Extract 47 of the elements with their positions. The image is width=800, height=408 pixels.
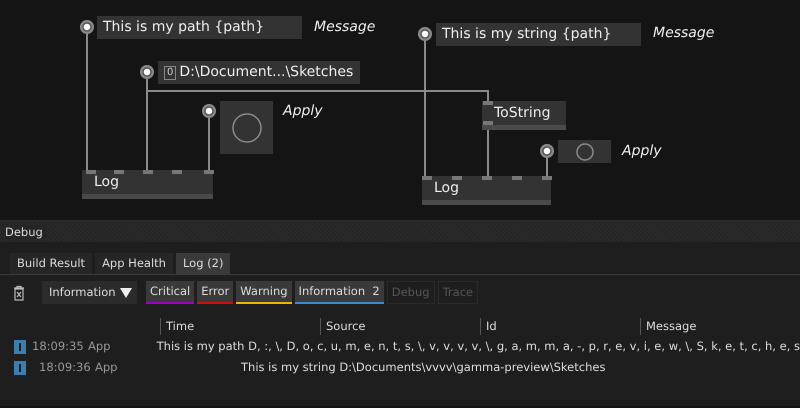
- log-source: App: [94, 359, 118, 376]
- iobox-label: Apply: [622, 142, 662, 161]
- info-icon: [14, 360, 26, 375]
- circle-icon: [574, 142, 594, 162]
- column-header[interactable]: Time: [160, 318, 320, 335]
- level-filter[interactable]: Information 2: [294, 281, 384, 304]
- log-message: This is my path D, :, \, D, o, c, u, m, e, n, t, s, \, v, v, v, v, \, g, a, m, m, a, -, p, r, e, v, i, e, w, \, S, k, e, t, c, h, e, s: [156, 338, 800, 356]
- iobox-label: Message: [314, 18, 376, 37]
- wire: [487, 130, 489, 176]
- log-time: 18:09:35: [31, 338, 82, 356]
- tab[interactable]: Log (2): [176, 253, 230, 274]
- panel-title: Debug: [5, 225, 47, 239]
- circle-icon: [230, 112, 262, 144]
- pin-handle[interactable]: [80, 20, 94, 34]
- clear-log-icon[interactable]: [13, 284, 25, 301]
- string-iobox[interactable]: This is my path {path}: [97, 16, 302, 39]
- tab[interactable]: Build Result: [10, 253, 92, 274]
- path-text: D:\Document...\Sketches: [179, 63, 354, 82]
- wire: [546, 158, 548, 176]
- column-header[interactable]: Id: [480, 318, 640, 335]
- bang-button[interactable]: [220, 101, 273, 154]
- index-tag: 0: [164, 66, 176, 80]
- node[interactable]: ToString: [482, 101, 566, 130]
- level-filter[interactable]: Critical: [146, 281, 194, 304]
- log-time: 18:09:36: [38, 359, 89, 376]
- node[interactable]: Log: [82, 170, 213, 199]
- log-message: This is my string D:\Documents\vvvv\gamma-preview\Sketches: [240, 359, 606, 376]
- pin-handle[interactable]: [140, 65, 154, 79]
- level-filter[interactable]: Error: [197, 281, 234, 304]
- iobox-label: Apply: [283, 102, 323, 121]
- level-dropdown[interactable]: Information: [42, 281, 137, 304]
- string-iobox[interactable]: This is my string {path}: [436, 23, 641, 46]
- iobox-label: Message: [653, 24, 714, 43]
- bang-button[interactable]: [558, 140, 611, 163]
- caret-icon: [120, 288, 132, 298]
- column-header[interactable]: Message: [640, 318, 800, 335]
- level-filter[interactable]: Warning: [236, 281, 292, 304]
- tab[interactable]: App Health: [95, 253, 173, 274]
- log-source: App: [87, 338, 110, 356]
- info-icon: [14, 340, 26, 354]
- pin-handle[interactable]: [540, 144, 554, 158]
- pin-handle[interactable]: [202, 104, 216, 118]
- node[interactable]: Log: [422, 176, 551, 205]
- column-header[interactable]: Source: [320, 318, 480, 335]
- path-iobox[interactable]: 0 D:\Document...\Sketches: [158, 61, 360, 84]
- wire: [208, 118, 210, 170]
- pin-handle[interactable]: [418, 27, 432, 41]
